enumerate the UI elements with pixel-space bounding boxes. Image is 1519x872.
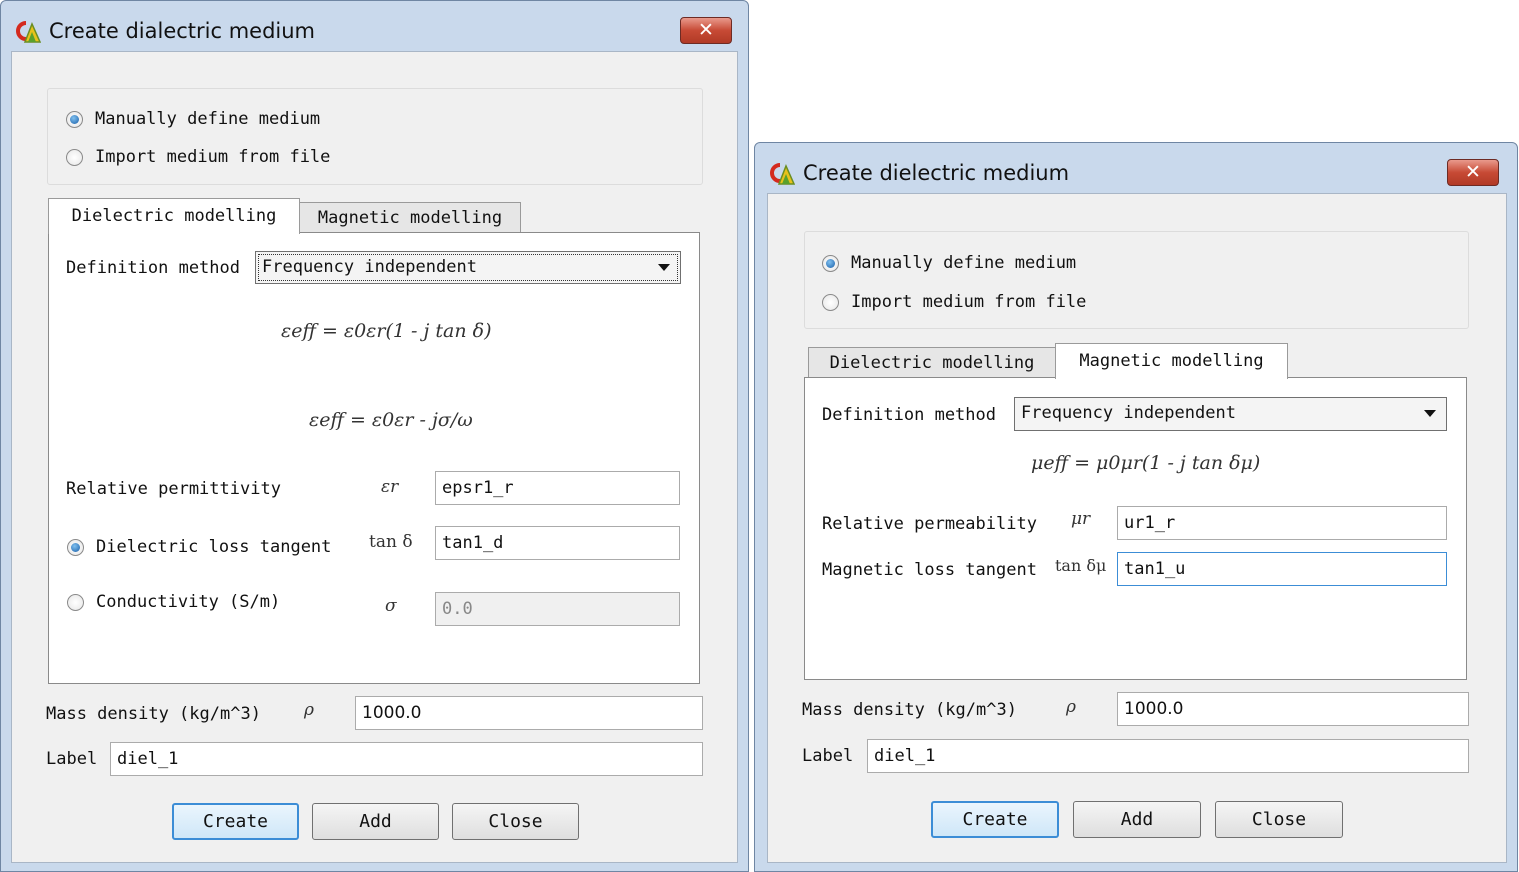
right-tab-magnetic[interactable]: Magnetic modelling (1055, 343, 1288, 379)
left-radio-manual[interactable]: Manually define medium (66, 108, 320, 130)
left-tab-page-dielectric: Definition method Frequency independent … (48, 232, 700, 684)
left-definition-method-label: Definition method (66, 258, 240, 278)
left-conductivity-symbol: σ (385, 596, 397, 616)
right-tab-dielectric[interactable]: Dielectric modelling (808, 347, 1056, 378)
right-mass-density-label: Mass density (kg/m^3) (802, 700, 1017, 720)
left-close-button[interactable]: Close (452, 803, 579, 840)
right-magnetic-loss-tangent-label: Magnetic loss tangent (822, 560, 1037, 580)
left-formula-loss-tangent: εeff = ε0εr(1 - j tan δ) (281, 320, 492, 342)
left-create-button[interactable]: Create (172, 803, 299, 840)
right-dialog-client: Manually define medium Import medium fro… (767, 193, 1507, 863)
radio-unselected-icon[interactable] (822, 293, 839, 311)
right-magnetic-loss-tangent-input[interactable] (1117, 552, 1447, 586)
right-radio-manual[interactable]: Manually define medium (822, 252, 1076, 274)
right-close-button[interactable]: Close (1215, 801, 1343, 838)
left-radio-import[interactable]: Import medium from file (66, 146, 330, 168)
right-radio-import-label: Import medium from file (851, 292, 1087, 312)
right-definition-method-value: Frequency independent (1021, 403, 1236, 423)
radio-selected-icon[interactable] (822, 254, 839, 272)
radio-unselected-icon[interactable] (66, 148, 83, 166)
right-mass-density-symbol: ρ (1066, 697, 1076, 717)
left-relative-permittivity-label: Relative permittivity (66, 479, 281, 499)
right-label-input[interactable] (867, 739, 1469, 773)
radio-selected-icon[interactable] (67, 538, 84, 556)
radio-unselected-icon[interactable] (67, 593, 84, 611)
left-title-bar[interactable]: Create dialectric medium ✕ (1, 1, 748, 51)
right-create-button[interactable]: Create (931, 801, 1059, 838)
left-loss-tangent-label: Dielectric loss tangent (96, 537, 332, 557)
right-source-group: Manually define medium Import medium fro… (804, 231, 1469, 329)
left-radio-manual-label: Manually define medium (95, 109, 321, 129)
left-label-label: Label (46, 749, 98, 769)
left-definition-method-value: Frequency independent (262, 257, 477, 277)
right-title-bar[interactable]: Create dielectric medium ✕ (755, 143, 1517, 193)
left-radio-conductivity[interactable]: Conductivity (S/m) (67, 591, 280, 613)
left-mass-density-symbol: ρ (304, 700, 314, 720)
chevron-down-icon (658, 264, 670, 271)
chevron-down-icon (1424, 410, 1436, 417)
right-permeability-symbol: μr (1071, 509, 1091, 529)
right-dialog-window: Create dielectric medium ✕ Manually defi… (754, 142, 1518, 872)
left-dialog-client: Manually define medium Import medium fro… (11, 51, 738, 863)
right-tab-page-magnetic: Definition method Frequency independent … (804, 377, 1467, 680)
left-tab-dielectric[interactable]: Dielectric modelling (48, 198, 300, 234)
right-definition-method-select[interactable]: Frequency independent (1014, 397, 1447, 431)
left-radio-loss-tangent[interactable]: Dielectric loss tangent (67, 536, 331, 558)
close-icon: ✕ (698, 19, 714, 41)
radio-selected-icon[interactable] (66, 110, 83, 128)
right-relative-permeability-label: Relative permeability (822, 514, 1037, 534)
right-window-close-button[interactable]: ✕ (1447, 159, 1499, 186)
right-permeability-input[interactable] (1117, 506, 1447, 540)
right-radio-import[interactable]: Import medium from file (822, 291, 1086, 313)
left-conductivity-input[interactable] (435, 592, 680, 626)
app-logo-icon (770, 163, 795, 185)
right-mass-density-input[interactable] (1117, 692, 1469, 726)
left-tab-magnetic[interactable]: Magnetic modelling (299, 202, 521, 233)
left-permittivity-input[interactable] (435, 471, 680, 505)
close-icon: ✕ (1465, 161, 1481, 183)
left-definition-method-select[interactable]: Frequency independent (255, 251, 681, 284)
right-magnetic-loss-tangent-symbol: tan δμ (1055, 556, 1107, 575)
left-mass-density-label: Mass density (kg/m^3) (46, 704, 261, 724)
right-definition-method-label: Definition method (822, 405, 996, 425)
left-label-input[interactable] (110, 742, 703, 776)
left-radio-import-label: Import medium from file (95, 147, 331, 167)
left-add-button[interactable]: Add (312, 803, 439, 840)
left-mass-density-input[interactable] (355, 696, 703, 730)
left-conductivity-label: Conductivity (S/m) (96, 592, 281, 612)
right-label-label: Label (802, 746, 854, 766)
left-loss-tangent-symbol: tan δ (369, 532, 413, 552)
left-permittivity-symbol: εr (381, 477, 399, 497)
left-formula-conductivity: εeff = ε0εr - jσ/ω (309, 409, 473, 431)
right-add-button[interactable]: Add (1073, 801, 1201, 838)
left-dialog-window: Create dialectric medium ✕ Manually defi… (0, 0, 749, 872)
left-source-group: Manually define medium Import medium fro… (47, 88, 703, 185)
left-loss-tangent-input[interactable] (435, 526, 680, 560)
right-window-title: Create dielectric medium (803, 161, 1070, 185)
app-logo-icon (16, 21, 41, 43)
left-window-close-button[interactable]: ✕ (680, 17, 732, 44)
right-formula-permeability: μeff = μ0μr(1 - j tan δμ) (1031, 452, 1261, 474)
right-radio-manual-label: Manually define medium (851, 253, 1077, 273)
left-window-title: Create dialectric medium (49, 19, 316, 43)
